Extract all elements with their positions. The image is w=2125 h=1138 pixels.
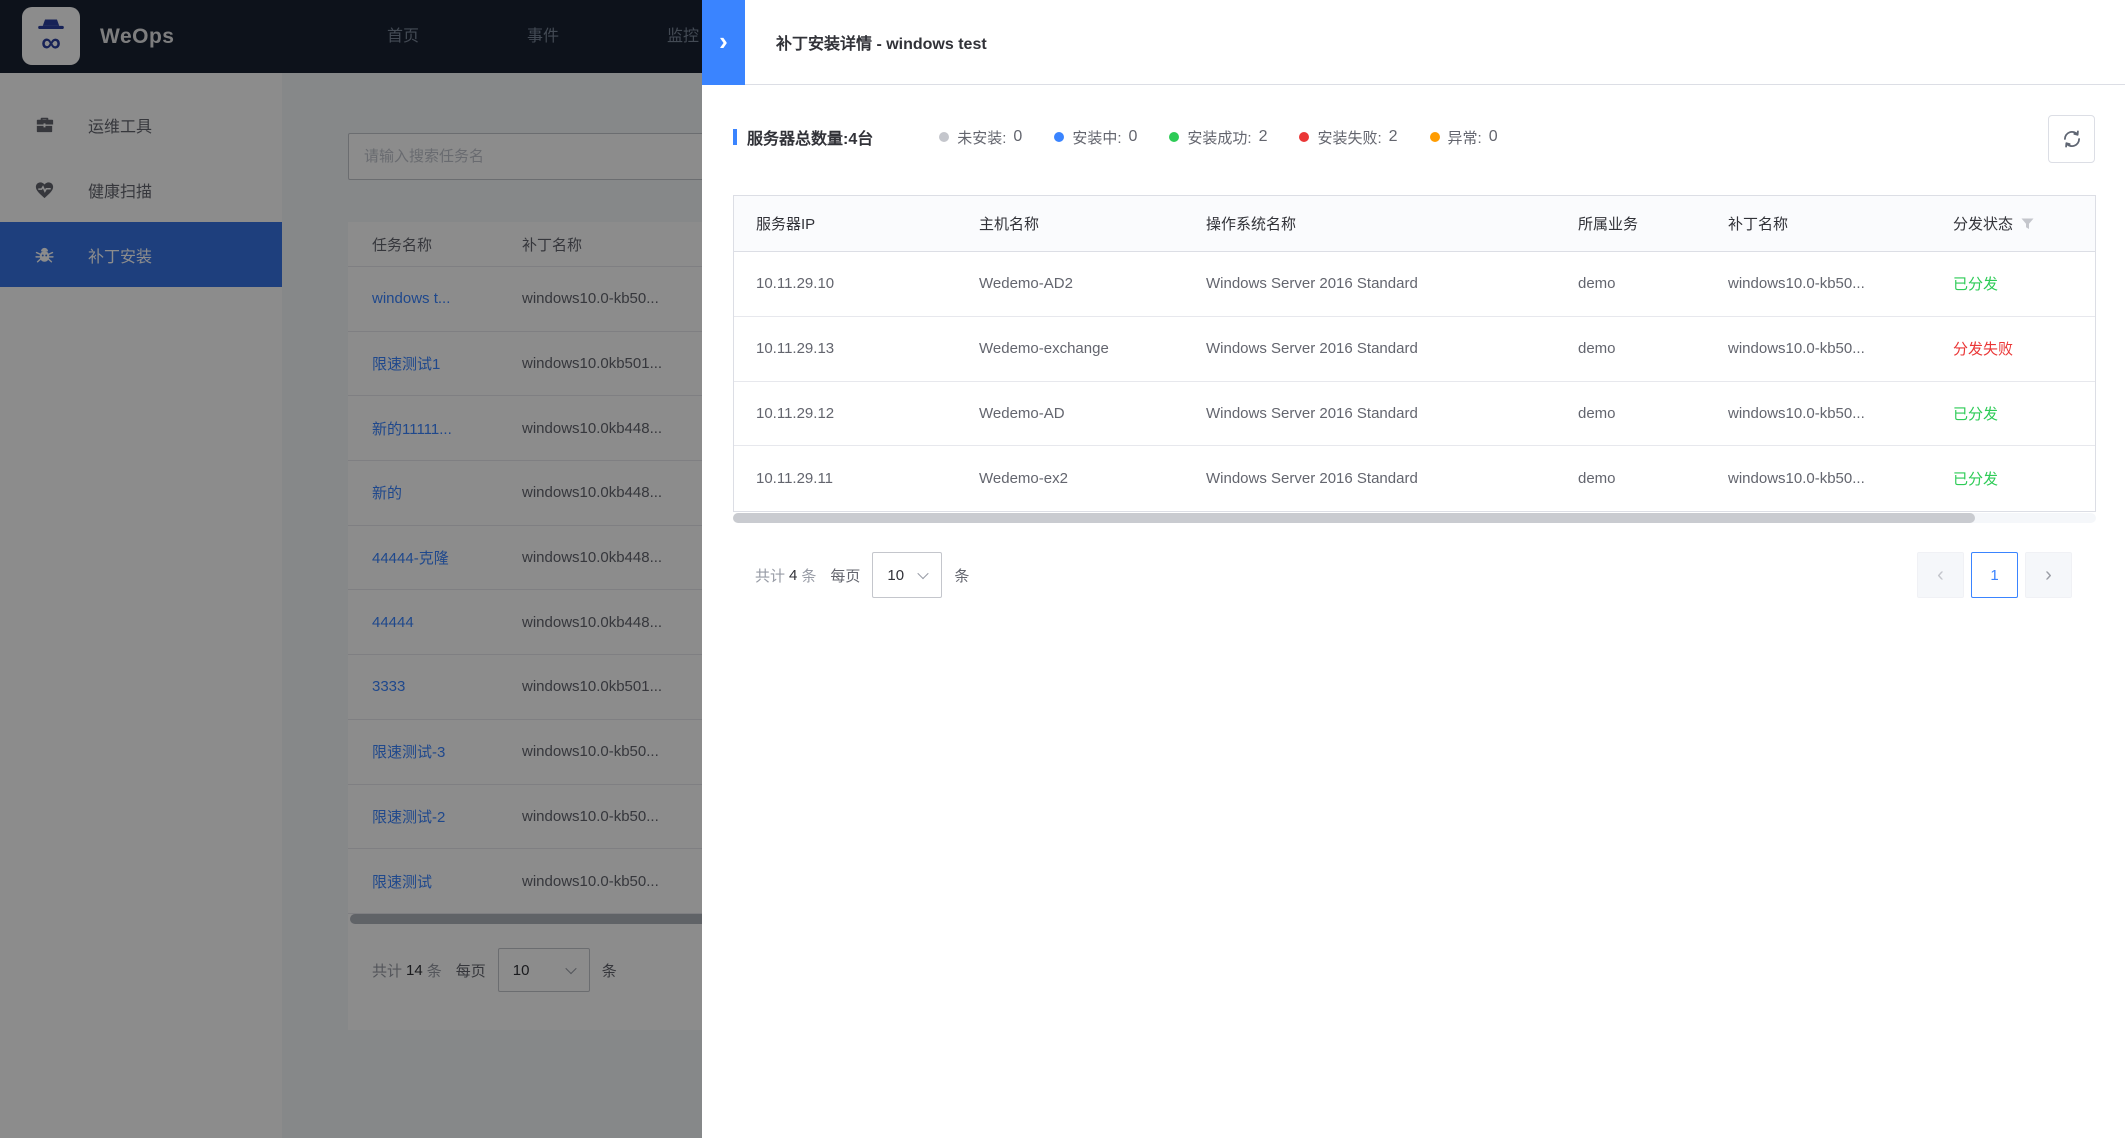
chevron-left-icon: ‹ [1937,565,1944,585]
status-dot [1430,132,1440,142]
page-size-value: 10 [887,567,904,584]
column-header-os-name: 操作系统名称 [1184,213,1556,234]
host-name: Wedemo-AD2 [957,275,1184,292]
server-table: 服务器IP 主机名称 操作系统名称 所属业务 补丁名称 分发状态 10.11.2… [733,195,2096,512]
stat-not-installed: 未安装: 0 [939,127,1022,148]
stat-abnormal: 异常: 0 [1430,127,1498,148]
os-name: Windows Server 2016 Standard [1184,340,1556,357]
distribute-status: 已分发 [1931,273,2095,294]
server-row: 10.11.29.12 Wedemo-AD Windows Server 201… [734,382,2095,447]
refresh-icon [2060,127,2084,151]
horizontal-scrollbar[interactable] [733,513,2096,523]
host-name: Wedemo-exchange [957,340,1184,357]
stat-value: 2 [1389,128,1398,146]
server-row: 10.11.29.13 Wedemo-exchange Windows Serv… [734,317,2095,382]
status-dot [939,132,949,142]
stat-value: 2 [1259,128,1268,146]
unit-label: 条 [954,565,969,586]
os-name: Windows Server 2016 Standard [1184,405,1556,422]
business: demo [1556,405,1706,422]
server-total-label: 服务器总数量:4台 [747,125,873,149]
total-count: 4 [789,567,797,584]
stat-label: 安装失败: [1317,127,1381,148]
total-prefix: 共计 [755,565,785,586]
chevron-right-icon: › [719,28,728,54]
stat-failed: 安装失败: 2 [1299,127,1397,148]
pagination-buttons: ‹ 1 › [1917,552,2072,598]
patch-name: windows10.0-kb50... [1706,470,1931,487]
distribute-status: 已分发 [1931,403,2095,424]
chevron-down-icon [918,568,929,579]
server-row: 10.11.29.11 Wedemo-ex2 Windows Server 20… [734,446,2095,511]
column-header-server-ip: 服务器IP [734,213,957,234]
page-size-select[interactable]: 10 [872,552,942,598]
filter-funnel-icon[interactable] [2021,218,2034,230]
drawer-header: 补丁安装详情 - windows test [702,0,2125,85]
app-root: ∞ WeOps 首页 事件 监控 运维工具 健康扫描 [0,0,2125,1138]
host-name: Wedemo-AD [957,405,1184,422]
drawer-title: 补丁安装详情 - windows test [776,30,987,54]
stat-value: 0 [1128,128,1137,146]
column-header-patch-name: 补丁名称 [1706,213,1931,234]
page-number-button[interactable]: 1 [1971,552,2018,598]
refresh-button[interactable] [2048,115,2095,163]
total-suffix: 条 [801,565,816,586]
patch-name: windows10.0-kb50... [1706,405,1931,422]
stat-label: 安装成功: [1187,127,1251,148]
stat-value: 0 [1489,128,1498,146]
server-table-pagination: 共计 4 条 每页 10 条 [755,552,969,598]
stat-value: 0 [1013,128,1022,146]
column-header-business: 所属业务 [1556,213,1706,234]
column-header-distribute-status: 分发状态 [1931,213,2095,234]
drawer-collapse-button[interactable]: › [702,0,745,85]
stat-success: 安装成功: 2 [1169,127,1267,148]
patch-name: windows10.0-kb50... [1706,275,1931,292]
server-table-header: 服务器IP 主机名称 操作系统名称 所属业务 补丁名称 分发状态 [734,196,2095,252]
business: demo [1556,275,1706,292]
distribute-status: 已分发 [1931,468,2095,489]
next-page-button[interactable]: › [2025,552,2072,598]
status-stats: 未安装: 0 安装中: 0 安装成功: 2 安装失败: 2 [939,127,1497,148]
patch-detail-drawer: › 补丁安装详情 - windows test 服务器总数量:4台 未安装: 0… [702,0,2125,1138]
per-page-label: 每页 [830,565,860,586]
status-dot [1169,132,1179,142]
patch-name: windows10.0-kb50... [1706,340,1931,357]
os-name: Windows Server 2016 Standard [1184,275,1556,292]
server-row: 10.11.29.10 Wedemo-AD2 Windows Server 20… [734,252,2095,317]
server-ip: 10.11.29.12 [734,405,957,422]
server-ip: 10.11.29.13 [734,340,957,357]
page-number: 1 [1990,568,1998,583]
stat-label: 安装中: [1072,127,1121,148]
stat-label: 未安装: [957,127,1006,148]
host-name: Wedemo-ex2 [957,470,1184,487]
accent-bar [733,129,737,145]
business: demo [1556,340,1706,357]
server-summary: 服务器总数量:4台 未安装: 0 安装中: 0 安装成功: 2 [733,112,1498,162]
previous-page-button[interactable]: ‹ [1917,552,1964,598]
distribute-status: 分发失败 [1931,338,2095,359]
stat-installing: 安装中: 0 [1054,127,1137,148]
status-dot [1054,132,1064,142]
server-ip: 10.11.29.10 [734,275,957,292]
os-name: Windows Server 2016 Standard [1184,470,1556,487]
business: demo [1556,470,1706,487]
server-ip: 10.11.29.11 [734,470,957,487]
column-header-host-name: 主机名称 [957,213,1184,234]
status-dot [1299,132,1309,142]
scrollbar-thumb[interactable] [733,513,1975,523]
stat-label: 异常: [1448,127,1482,148]
chevron-right-icon: › [2045,565,2052,585]
